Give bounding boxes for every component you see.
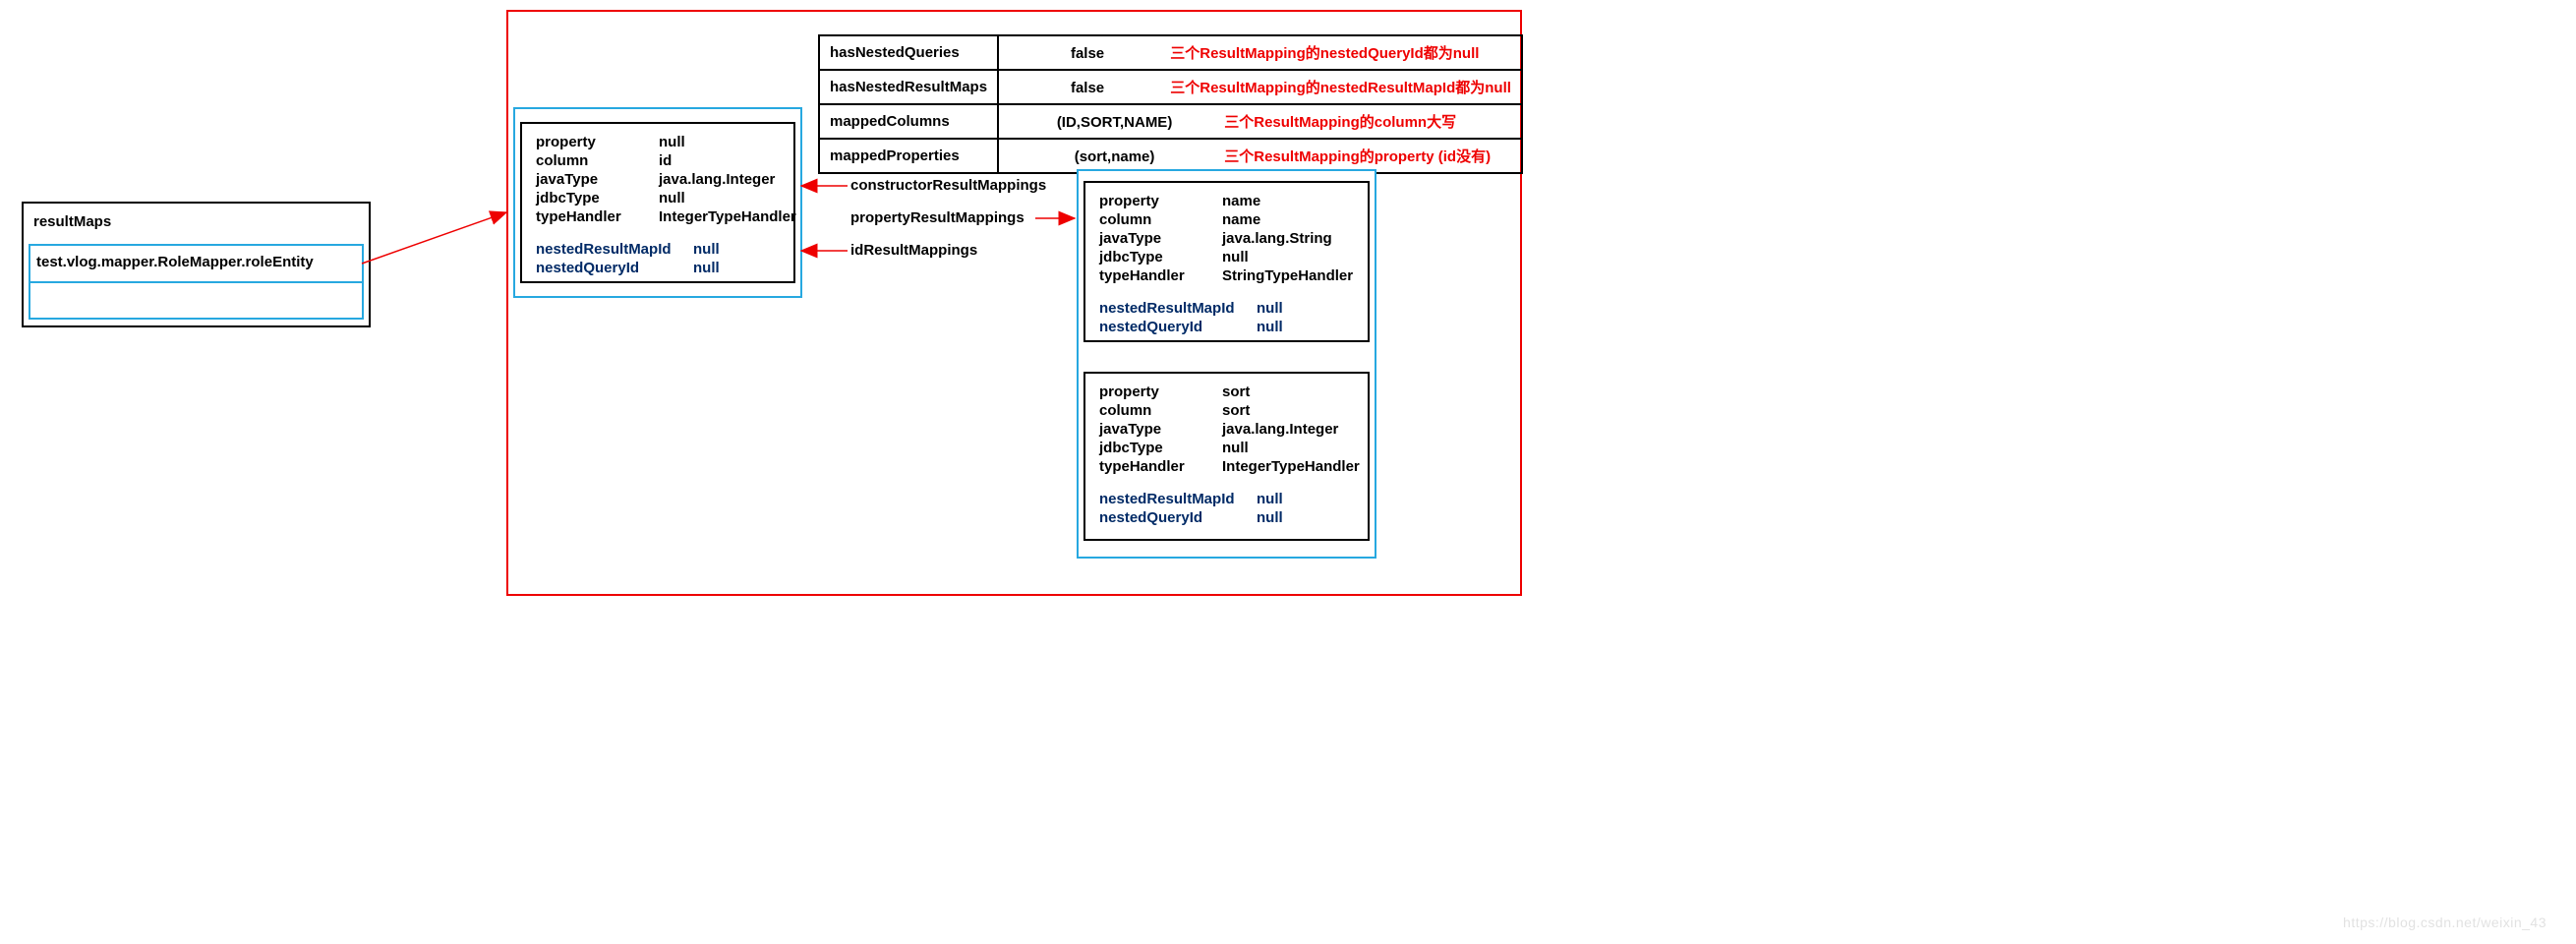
field-label: nestedQueryId	[536, 260, 693, 276]
name-mapping-box: propertyname columnname javaTypejava.lan…	[1083, 181, 1370, 342]
field-value: null	[659, 190, 796, 206]
row-val: false	[1009, 45, 1166, 62]
row-note: 三个ResultMapping的nestedResultMapId都为null	[1170, 80, 1511, 96]
watermark: https://blog.csdn.net/weixin_43	[2343, 914, 2547, 930]
row-key: hasNestedQueries	[819, 35, 998, 70]
field-label: nestedResultMapId	[536, 241, 693, 258]
field-value: sort	[1222, 402, 1360, 419]
field-label: nestedQueryId	[1099, 509, 1257, 526]
resultmaps-entry-list: test.vlog.mapper.RoleMapper.roleEntity	[29, 244, 364, 320]
field-value: java.lang.Integer	[659, 171, 796, 188]
field-value: null	[1257, 509, 1354, 526]
field-label: column	[1099, 211, 1222, 228]
field-label: nestedQueryId	[1099, 319, 1257, 335]
field-value: null	[1257, 491, 1354, 507]
row-note: 三个ResultMapping的nestedQueryId都为null	[1170, 45, 1479, 62]
field-label: property	[536, 134, 659, 150]
summary-table: hasNestedQueries false 三个ResultMapping的n…	[818, 34, 1523, 174]
field-label: nestedResultMapId	[1099, 300, 1257, 317]
label-constructor: constructorResultMappings	[850, 177, 1046, 194]
id-mapping-box: propertynull columnid javaTypejava.lang.…	[520, 122, 795, 283]
field-value: null	[1257, 319, 1354, 335]
row-val: (sort,name)	[1009, 148, 1220, 165]
label-id: idResultMappings	[850, 242, 977, 259]
field-label: javaType	[1099, 230, 1222, 247]
field-value: java.lang.Integer	[1222, 421, 1360, 438]
label-property: propertyResultMappings	[850, 209, 1025, 226]
field-label: column	[536, 152, 659, 169]
row-key: hasNestedResultMaps	[819, 70, 998, 104]
field-value: IntegerTypeHandler	[659, 208, 796, 225]
field-value: null	[693, 260, 780, 276]
field-label: jdbcType	[1099, 249, 1222, 266]
field-value: IntegerTypeHandler	[1222, 458, 1360, 475]
field-value: null	[1222, 249, 1354, 266]
sort-mapping-box: propertysort columnsort javaTypejava.lan…	[1083, 372, 1370, 541]
field-label: property	[1099, 384, 1222, 400]
field-value: id	[659, 152, 796, 169]
field-label: javaType	[1099, 421, 1222, 438]
field-label: typeHandler	[1099, 267, 1222, 284]
field-value: name	[1222, 193, 1354, 209]
field-value: StringTypeHandler	[1222, 267, 1354, 284]
field-value: name	[1222, 211, 1354, 228]
field-label: typeHandler	[1099, 458, 1222, 475]
field-label: javaType	[536, 171, 659, 188]
field-value: java.lang.String	[1222, 230, 1354, 247]
row-val: false	[1009, 80, 1166, 96]
field-value: null	[1257, 300, 1354, 317]
row-val: (ID,SORT,NAME)	[1009, 114, 1220, 131]
field-label: column	[1099, 402, 1222, 419]
field-value: null	[693, 241, 780, 258]
row-key: mappedColumns	[819, 104, 998, 139]
field-label: typeHandler	[536, 208, 659, 225]
field-value: null	[1222, 440, 1360, 456]
field-value: null	[659, 134, 796, 150]
field-value: sort	[1222, 384, 1360, 400]
field-label: jdbcType	[536, 190, 659, 206]
field-label: jdbcType	[1099, 440, 1222, 456]
field-label: property	[1099, 193, 1222, 209]
row-note: 三个ResultMapping的column大写	[1224, 114, 1456, 131]
resultmaps-entry: test.vlog.mapper.RoleMapper.roleEntity	[36, 254, 314, 270]
field-label: nestedResultMapId	[1099, 491, 1257, 507]
resultmaps-title: resultMaps	[33, 213, 111, 230]
row-note: 三个ResultMapping的property (id没有)	[1224, 148, 1491, 165]
row-key: mappedProperties	[819, 139, 998, 173]
